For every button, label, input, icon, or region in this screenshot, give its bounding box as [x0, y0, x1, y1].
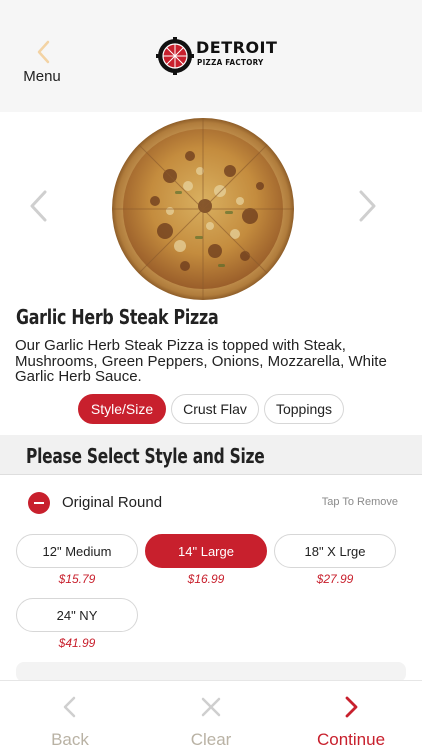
size-option-24-ny[interactable]: 24" NY [16, 598, 138, 632]
clear-label: Clear [190, 730, 232, 749]
bottom-action-bar: Back Clear Continue [0, 680, 422, 750]
size-option-14-large[interactable]: 14" Large [145, 534, 267, 568]
app-header: Menu DETROIT PIZZA FACTORY [0, 0, 422, 112]
chevron-left-icon [37, 40, 50, 64]
pizza-image [112, 118, 294, 300]
pizza-gear-logo-icon [156, 37, 194, 75]
back-label: Back [51, 730, 89, 749]
continue-label: Continue [316, 730, 386, 749]
chevron-left-icon [63, 696, 76, 718]
carousel-next-icon[interactable] [358, 190, 378, 222]
size-price: $16.99 [187, 572, 225, 586]
chevron-right-icon [345, 696, 358, 718]
back-button[interactable]: Back [0, 681, 140, 750]
size-price: $27.99 [316, 572, 354, 586]
menu-back-button[interactable]: Menu [14, 34, 70, 90]
tab-style-size[interactable]: Style/Size [78, 394, 166, 424]
logo-subtitle: PIZZA FACTORY [197, 58, 264, 67]
tab-crust-flavor[interactable]: Crust Flav [171, 394, 259, 424]
menu-label: Menu [23, 68, 61, 85]
continue-button[interactable]: Continue [281, 681, 421, 750]
size-option-18-xlarge[interactable]: 18" X Lrge [274, 534, 396, 568]
tap-to-remove-hint[interactable]: Tap To Remove [322, 496, 398, 508]
tab-toppings[interactable]: Toppings [264, 394, 344, 424]
option-name: Original Round [62, 494, 163, 511]
product-description: Our Garlic Herb Steak Pizza is topped wi… [15, 337, 387, 385]
size-price: $15.79 [58, 572, 96, 586]
brand-logo: DETROIT PIZZA FACTORY [156, 36, 277, 76]
option-tabs: Style/Size Crust Flav Toppings [78, 394, 344, 424]
product-title: Garlic Herb Steak Pizza [16, 305, 219, 329]
size-option-12-medium[interactable]: 12" Medium [16, 534, 138, 568]
product-image-carousel [0, 112, 422, 302]
clear-button[interactable]: Clear [141, 681, 281, 750]
close-icon [201, 697, 221, 717]
next-option-card [16, 662, 406, 682]
section-title: Please Select Style and Size [26, 444, 265, 468]
remove-minus-icon[interactable] [28, 492, 50, 514]
logo-title: DETROIT [196, 38, 278, 57]
carousel-prev-icon[interactable] [28, 190, 48, 222]
size-price: $41.99 [58, 636, 96, 650]
selected-option-row: Original Round Tap To Remove [0, 484, 422, 524]
section-header: Please Select Style and Size [0, 435, 422, 475]
